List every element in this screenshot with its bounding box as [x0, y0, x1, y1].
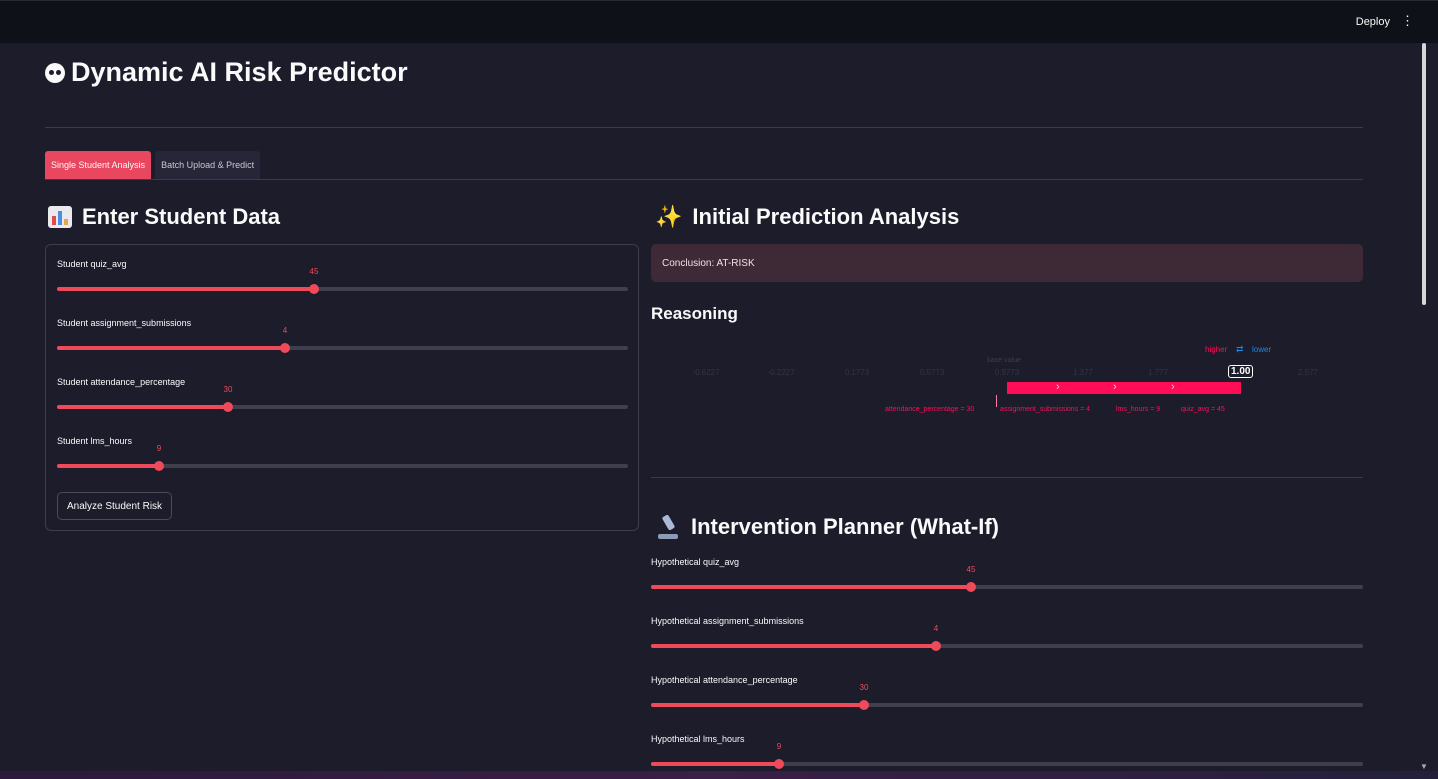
slider-value: 30	[859, 683, 869, 692]
axis-tick: -0.6227	[692, 368, 720, 377]
hypothetical-quiz-avg-label: Hypothetical quiz_avg	[651, 557, 740, 567]
scrollbar-thumb[interactable]	[1422, 43, 1426, 305]
slider-thumb[interactable]: 9	[774, 742, 784, 769]
sparkles-icon: ✨	[655, 204, 683, 229]
slider-thumb[interactable]: 9	[154, 444, 164, 471]
slider-fill	[651, 703, 864, 707]
hypothetical-assignment-submissions-slider[interactable]: 4	[651, 624, 1363, 651]
feature-label-attendance: attendance_percentage = 30	[885, 406, 975, 413]
slider-thumb[interactable]: 4	[931, 624, 941, 651]
slider-thumb[interactable]: 30	[223, 385, 233, 412]
hypothetical-lms-hours-slider[interactable]: 9	[651, 742, 1363, 769]
bottom-strip	[0, 771, 1438, 779]
hypothetical-attendance-percentage-slider[interactable]: 30	[651, 683, 1363, 710]
axis-tick: 0.5773	[919, 368, 945, 377]
slider-thumb[interactable]: 30	[859, 683, 869, 710]
attendance-percentage-slider[interactable]: 30	[57, 385, 628, 412]
slider-fill	[651, 762, 779, 766]
feature-label-lms-hours: lms_hours = 9	[1116, 406, 1161, 413]
slider-fill	[57, 405, 228, 409]
intervention-planner-text: Intervention Planner (What-If)	[691, 514, 999, 539]
lms-hours-slider[interactable]: 9	[57, 444, 628, 471]
quiz-avg-label: Student quiz_avg	[57, 259, 127, 269]
robot-face-icon	[45, 62, 65, 83]
force-chevron-icon: ›	[1171, 381, 1175, 393]
tabs-divider	[45, 179, 1363, 180]
reasoning-heading: Reasoning	[651, 304, 738, 323]
analyze-student-risk-button[interactable]: Analyze Student Risk	[57, 492, 173, 520]
slider-fill	[57, 287, 314, 291]
force-chevron-icon: ›	[1056, 381, 1060, 393]
axis-tick: 1.777	[1147, 368, 1169, 377]
tab-single-student-analysis[interactable]: Single Student Analysis	[45, 151, 152, 179]
base-value-label: base value	[987, 357, 1021, 364]
feature-leader-line	[996, 395, 997, 407]
slider-fill	[57, 464, 159, 468]
title-divider	[45, 127, 1363, 128]
axis-tick: 0.9773	[994, 368, 1020, 377]
microscope-icon	[655, 515, 681, 539]
feature-label-quiz-avg: quiz_avg = 45	[1181, 406, 1225, 413]
bar-chart-icon	[48, 206, 72, 228]
axis-tick: 1.377	[1072, 368, 1094, 377]
legend-lower: lower	[1252, 345, 1272, 354]
slider-thumb[interactable]: 4	[280, 326, 290, 353]
hypothetical-attendance-percentage-label: Hypothetical attendance_percentage	[651, 675, 798, 685]
initial-prediction-text: Initial Prediction Analysis	[692, 204, 960, 229]
axis-tick: 2.577	[1297, 368, 1319, 377]
slider-value: 45	[966, 565, 976, 574]
hypothetical-assignment-submissions-label: Hypothetical assignment_submissions	[651, 616, 804, 626]
tab-bar: Single Student Analysis Batch Upload & P…	[45, 151, 261, 179]
slider-thumb[interactable]: 45	[966, 565, 976, 592]
page-title-text: Dynamic AI Risk Predictor	[71, 57, 408, 87]
slider-value: 4	[933, 624, 939, 633]
shap-force-plot: higher ⇄ lower base value -0.6227 -0.222…	[651, 340, 1363, 430]
output-value: 1.00	[1228, 365, 1254, 378]
top-bar: Deploy ⋮	[0, 0, 1438, 43]
assignment-submissions-label: Student assignment_submissions	[57, 318, 192, 328]
conclusion-alert: Conclusion: AT-RISK	[651, 244, 1363, 282]
axis-tick: 0.1773	[844, 368, 870, 377]
quiz-avg-slider[interactable]: 45	[57, 267, 628, 294]
main-menu-icon[interactable]: ⋮	[1401, 13, 1414, 29]
force-chevron-icon: ›	[1113, 381, 1117, 393]
deploy-button[interactable]: Deploy	[1356, 16, 1390, 28]
initial-prediction-heading: ✨ Initial Prediction Analysis	[655, 204, 959, 230]
slider-fill	[651, 585, 971, 589]
hypothetical-lms-hours-label: Hypothetical lms_hours	[651, 734, 745, 744]
slider-fill	[57, 346, 285, 350]
page-scrollbar[interactable]: ▼	[1420, 43, 1428, 779]
enter-student-data-text: Enter Student Data	[82, 204, 281, 229]
slider-fill	[651, 644, 936, 648]
scroll-down-arrow-icon[interactable]: ▼	[1420, 762, 1428, 771]
student-data-form: Student quiz_avg 45 Student assignment_s…	[45, 244, 639, 531]
slider-value: 4	[282, 326, 288, 335]
slider-thumb[interactable]: 45	[309, 267, 319, 294]
slider-value: 45	[309, 267, 319, 276]
slider-value: 30	[223, 385, 233, 394]
legend-arrows-icon: ⇄	[1236, 344, 1244, 354]
legend-higher: higher	[1205, 345, 1228, 354]
feature-label-assignment: assignment_submissions = 4	[1000, 406, 1091, 413]
assignment-submissions-slider[interactable]: 4	[57, 326, 628, 353]
force-bar-higher	[1007, 382, 1241, 394]
attendance-percentage-label: Student attendance_percentage	[57, 377, 186, 387]
slider-value: 9	[776, 742, 782, 751]
axis-tick: -0.2227	[767, 368, 795, 377]
intervention-planner-heading: Intervention Planner (What-If)	[655, 514, 999, 540]
enter-student-data-heading: Enter Student Data	[48, 204, 280, 230]
lms-hours-label: Student lms_hours	[57, 436, 133, 446]
section-divider	[651, 477, 1363, 478]
hypothetical-quiz-avg-slider[interactable]: 45	[651, 565, 1363, 592]
tab-batch-upload-predict[interactable]: Batch Upload & Predict	[155, 151, 261, 179]
slider-value: 9	[156, 444, 162, 453]
page-title: Dynamic AI Risk Predictor	[45, 57, 408, 88]
